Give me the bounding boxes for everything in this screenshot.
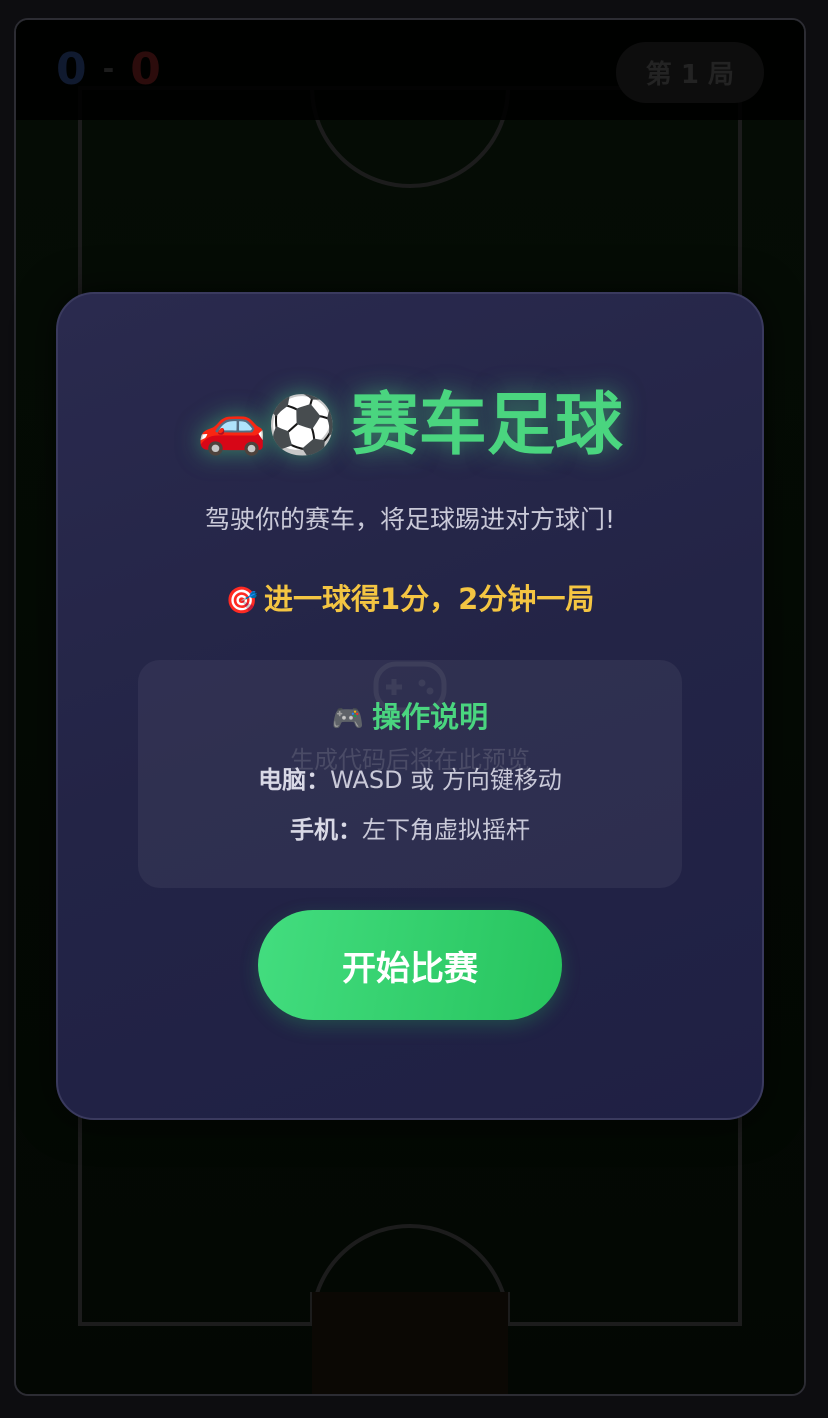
controls-title-text: 操作说明 <box>372 700 489 734</box>
game-subtitle: 驾驶你的赛车，将足球踢进对方球门! <box>204 505 616 534</box>
start-modal: 🚗⚽ 赛车足球 驾驶你的赛车，将足球踢进对方球门! 🎯 进一球得1分，2分钟一局 生… <box>56 292 764 1120</box>
pc-controls: 电脑：WASD 或 方向键移动 <box>138 760 682 795</box>
mobile-controls: 手机：左下角虚拟摇杆 <box>138 810 682 845</box>
controls-title: 🎮 操作说明 <box>138 694 682 736</box>
scoring-rule-text: 进一球得1分，2分钟一局 <box>264 582 595 616</box>
game-title-text: 赛车足球 <box>350 386 623 465</box>
pc-text: WASD 或 方向键移动 <box>330 766 562 794</box>
dart-target-icon: 🎯 <box>225 586 258 616</box>
game-title: 🚗⚽ 赛车足球 <box>58 388 762 464</box>
mobile-label: 手机： <box>290 816 362 844</box>
mobile-text: 左下角虚拟摇杆 <box>362 816 530 844</box>
scoring-rule: 🎯 进一球得1分，2分钟一局 <box>58 576 762 618</box>
pc-label: 电脑： <box>258 766 331 794</box>
car-ball-icon: 🚗⚽ <box>197 393 337 458</box>
controls-panel: 生成代码后将在此预览 🎮 操作说明 电脑：WASD 或 方向键移动 手机：左下角虚… <box>138 660 682 888</box>
gamepad-icon: 🎮 <box>331 704 365 734</box>
start-game-button[interactable]: 开始比赛 <box>258 910 562 1020</box>
